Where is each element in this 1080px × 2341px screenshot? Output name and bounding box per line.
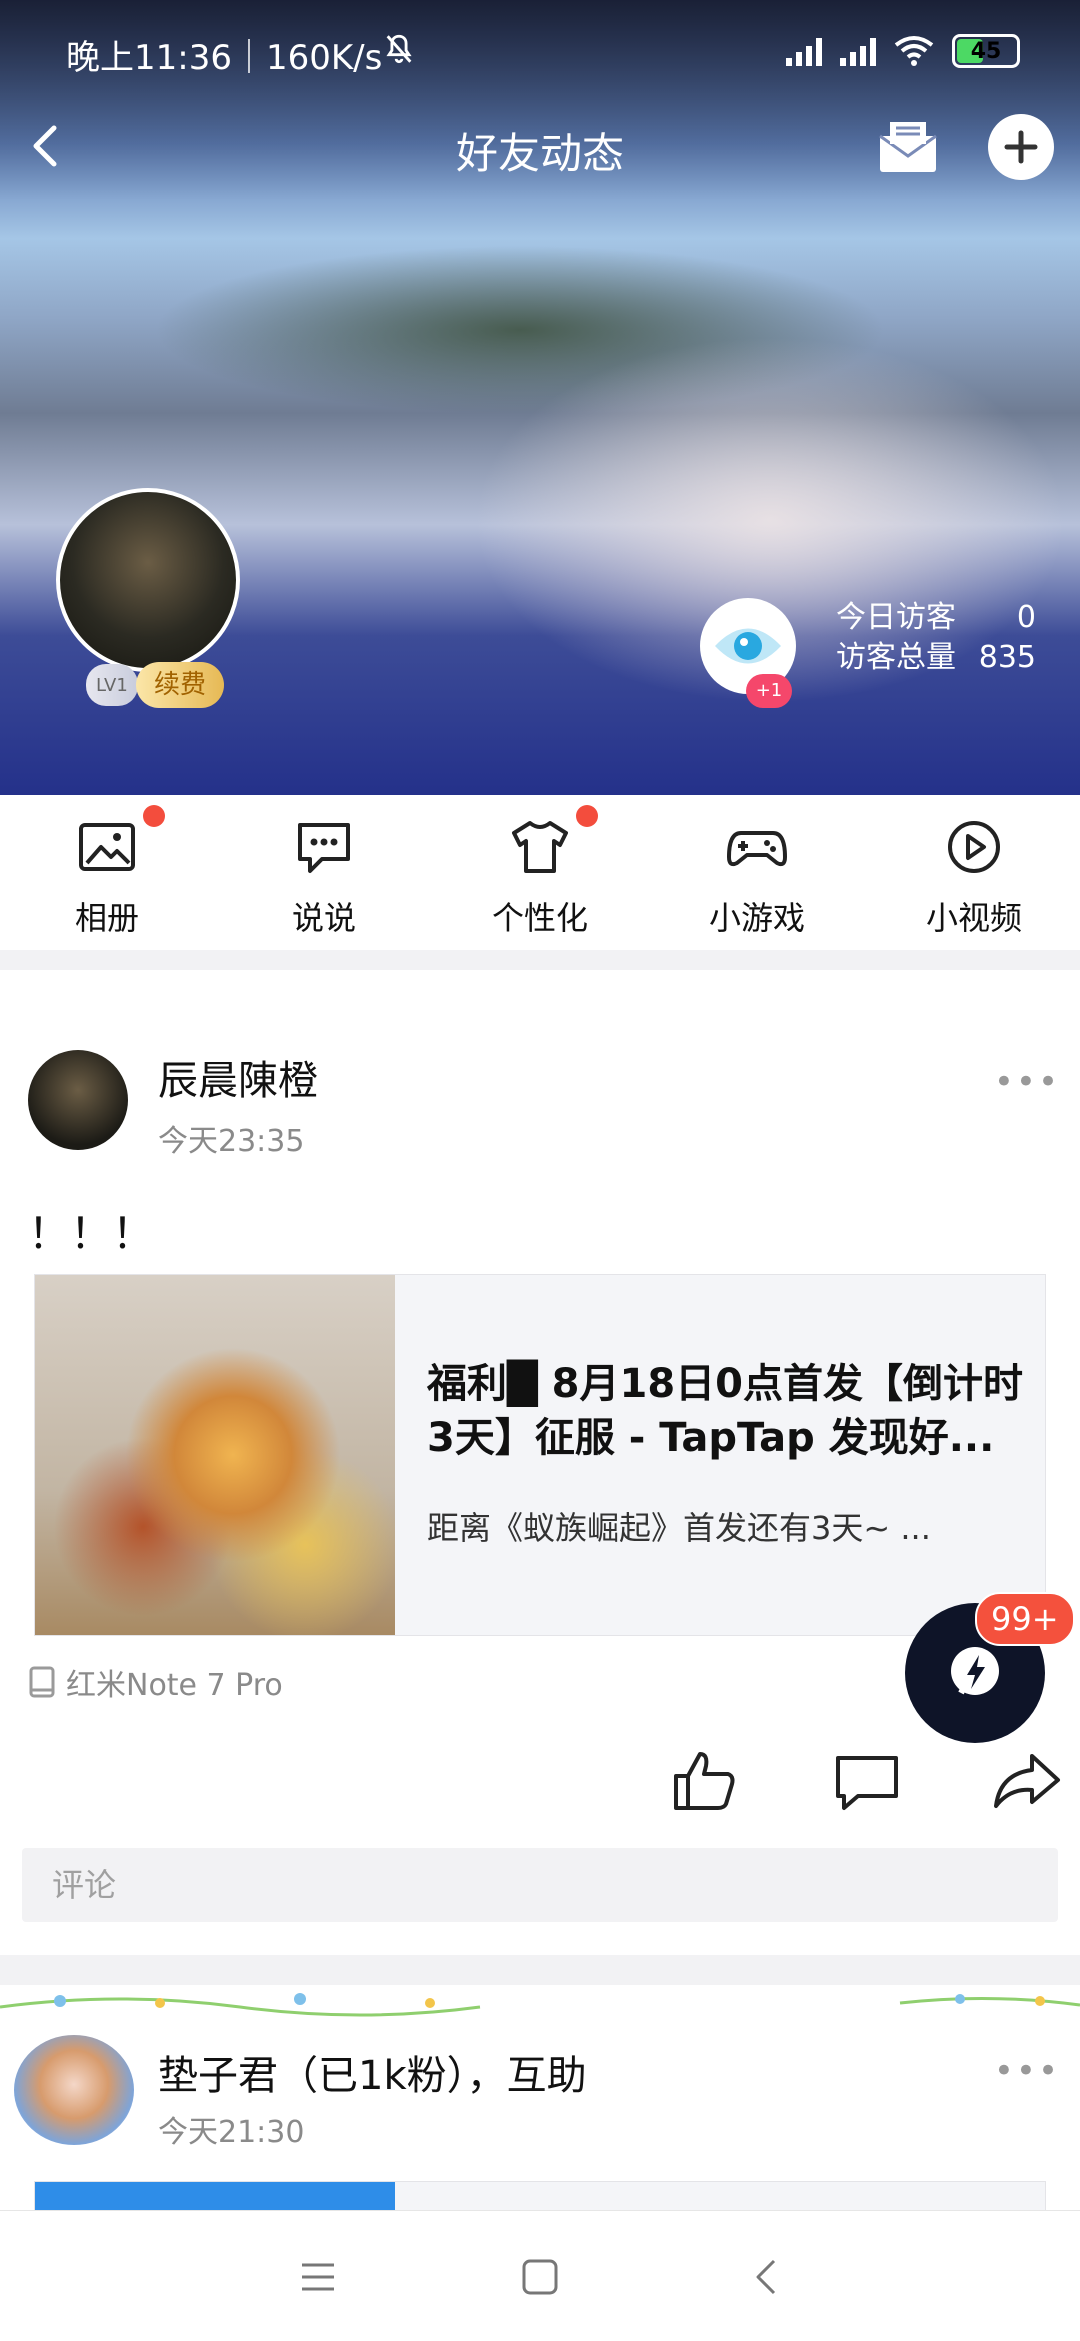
tool-label: 个性化 <box>491 899 588 937</box>
total-visitors-label: 访客总量 <box>836 640 956 675</box>
decorative-vine <box>0 1993 1080 2017</box>
post-time: 今天23:35 <box>158 1124 305 1159</box>
photo-album-icon <box>79 823 135 871</box>
phone-icon <box>29 1666 55 1698</box>
avatar[interactable] <box>28 1050 128 1150</box>
link-description: 距离《蚁族崛起》首发还有3天~ ... <box>427 1509 931 1547</box>
notification-dot <box>143 805 165 827</box>
link-thumbnail <box>35 2182 395 2210</box>
unread-count-badge: 99+ <box>975 1592 1075 1646</box>
today-visitors-value: 0 <box>1016 600 1036 635</box>
tool-label: 说说 <box>291 899 356 937</box>
comment-input[interactable]: 评论 <box>22 1848 1058 1922</box>
tool-minigames[interactable]: 小游戏 <box>687 817 827 939</box>
menu-icon[interactable] <box>296 2255 340 2299</box>
tool-album[interactable]: 相册 <box>37 805 177 939</box>
post-time: 今天21:30 <box>158 2115 305 2150</box>
gamepad-icon <box>727 831 787 867</box>
feed-post: 垫子君（已1k粉），互助 今天21:30 ••• <box>0 1985 1080 2210</box>
signal-icon <box>840 36 876 66</box>
post-author[interactable]: 辰晨陳橙 <box>158 1048 318 1106</box>
top-nav-bar: 好友动态 <box>0 110 1080 190</box>
feed-post: 辰晨陳橙 今天23:35 ••• ！！！ 福利█ 8月18日0点首发【倒计时3天… <box>0 970 1080 1955</box>
post-text: ！！！ <box>28 1209 155 1258</box>
profile-avatar[interactable] <box>56 488 240 672</box>
avatar[interactable] <box>14 2035 134 2145</box>
total-visitors-value: 835 <box>978 640 1036 675</box>
visitor-stats[interactable]: 今日访客 0 访客总量 835 <box>836 598 1036 678</box>
new-visitor-badge: +1 <box>746 674 792 708</box>
link-thumbnail <box>35 1275 395 1635</box>
feature-toolbar: 相册 说说 个性化 小游戏 小视频 <box>0 795 1080 950</box>
wifi-icon <box>894 36 934 66</box>
level-badge: LV1 <box>86 664 138 706</box>
tool-personalize[interactable]: 个性化 <box>470 805 610 939</box>
status-time-speed: 晚上11:36｜160K/s <box>66 38 383 78</box>
eye-icon <box>715 628 781 664</box>
post-author[interactable]: 垫子君（已1k粉），互助 <box>158 2043 587 2101</box>
tool-shuoshuo[interactable]: 说说 <box>254 817 394 939</box>
lightning-chat-icon <box>951 1647 999 1695</box>
signal-icon <box>786 36 822 66</box>
comment-icon[interactable] <box>832 1746 902 1816</box>
add-button[interactable] <box>988 114 1054 180</box>
mute-bell-icon <box>386 34 412 64</box>
home-icon[interactable] <box>518 2255 562 2299</box>
more-options-icon[interactable]: ••• <box>994 2051 1060 2091</box>
message-bubble-icon <box>298 823 350 873</box>
tool-short-video[interactable]: 小视频 <box>904 817 1044 939</box>
system-nav-bar <box>0 2210 1080 2341</box>
back-icon[interactable] <box>746 2255 790 2299</box>
status-bar: 晚上11:36｜160K/s 45 <box>0 20 1080 80</box>
link-title: 福利█ 8月18日0点首发【倒计时3天】征服 - TapTap 发现好... <box>427 1361 1024 1461</box>
share-icon[interactable] <box>992 1746 1062 1816</box>
plus-icon <box>1004 130 1038 164</box>
tool-label: 相册 <box>74 899 139 937</box>
battery-icon: 45 <box>952 34 1020 68</box>
tshirt-icon <box>512 821 568 873</box>
shared-link-card[interactable] <box>34 2181 1046 2210</box>
play-circle-icon <box>948 821 1000 873</box>
mail-icon[interactable] <box>876 114 940 178</box>
like-icon[interactable] <box>670 1746 740 1816</box>
device-label: 红米Note 7 Pro <box>28 1660 283 1704</box>
tool-label: 小游戏 <box>708 899 805 937</box>
tool-label: 小视频 <box>925 899 1022 937</box>
notification-dot <box>576 805 598 827</box>
shared-link-card[interactable]: 福利█ 8月18日0点首发【倒计时3天】征服 - TapTap 发现好... 距… <box>34 1274 1046 1636</box>
more-options-icon[interactable]: ••• <box>994 1062 1060 1102</box>
renew-button[interactable]: 续费 <box>136 662 225 708</box>
today-visitors-label: 今日访客 <box>836 600 956 635</box>
